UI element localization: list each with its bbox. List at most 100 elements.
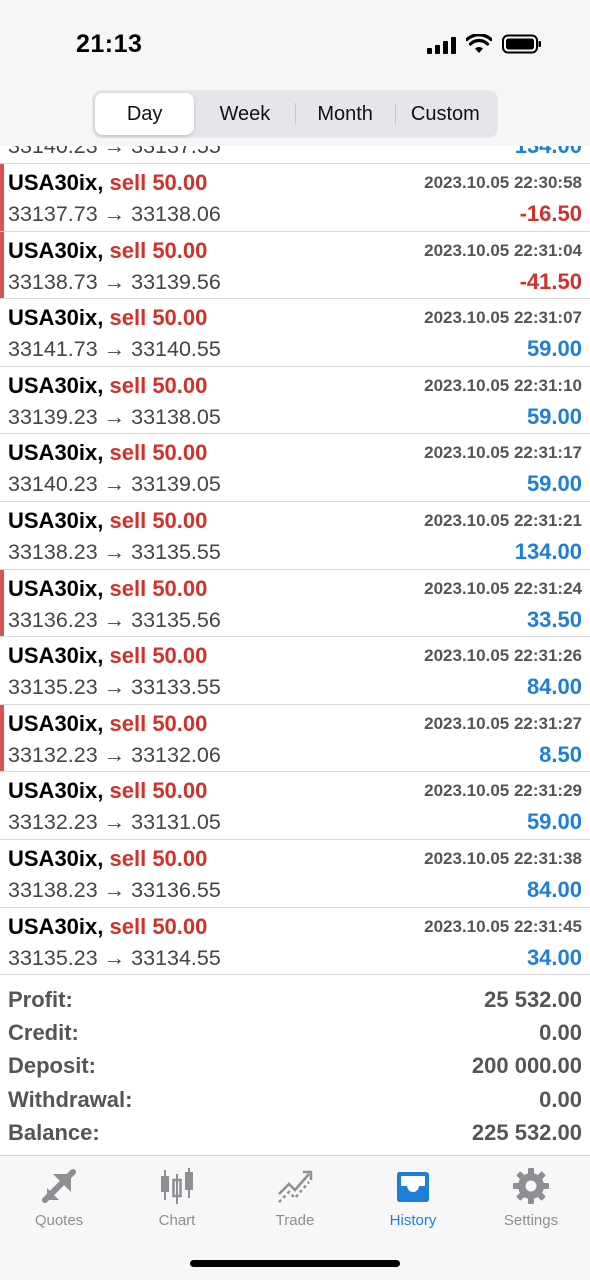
trade-datetime: 2023.10.05 22:31:27 — [424, 713, 582, 733]
tab-trade-label: Trade — [275, 1212, 315, 1229]
summary-withdrawal: Withdrawal: 0.00 — [0, 1083, 590, 1116]
trade-profit: 134.00 — [514, 538, 582, 564]
trade-datetime: 2023.10.05 22:31:38 — [424, 848, 582, 868]
segment-month[interactable]: Month — [296, 93, 395, 135]
trade-prices: 33138.73 → 33139.56 — [8, 269, 221, 294]
summary-deposit-label: Deposit: — [8, 1053, 96, 1079]
trade-prices: 33138.23 → 33135.55 — [8, 539, 221, 564]
trade-prices: 33139.23 → 33138.05 — [8, 404, 221, 429]
tab-chart-label: Chart — [158, 1212, 196, 1229]
tab-chart[interactable]: Chart — [118, 1164, 236, 1229]
trade-side-volume: sell 50.00 — [109, 643, 208, 669]
trade-row[interactable]: USA30ix, sell 50.00 2023.10.05 22:31:27 … — [0, 704, 590, 773]
trade-datetime: 2023.10.05 22:31:45 — [424, 916, 582, 936]
trade-profit: 59.00 — [526, 809, 582, 835]
chart-candles-icon — [118, 1164, 236, 1208]
trade-side-volume: sell 50.00 — [109, 440, 208, 466]
trade-row[interactable]: USA30ix, sell 50.00 2023.10.05 22:31:04 … — [0, 231, 590, 300]
trade-profit: 33.50 — [526, 606, 582, 632]
tab-trade[interactable]: Trade — [236, 1164, 354, 1229]
trade-profit: 59.00 — [526, 336, 582, 362]
trade-profit: -16.50 — [519, 201, 582, 226]
trade-datetime: 2023.10.05 22:31:04 — [424, 240, 582, 260]
trade-profit: 8.50 — [539, 741, 582, 767]
trade-prices: 33136.23 → 33135.56 — [8, 607, 221, 632]
tab-quotes-label: Quotes — [34, 1212, 84, 1229]
trade-symbol: USA30ix, — [8, 237, 104, 263]
trade-prices: 33138.23 → 33136.55 — [8, 877, 221, 902]
summary-profit-label: Profit: — [8, 986, 73, 1012]
quotes-icon — [0, 1164, 118, 1208]
trade-prices: 33132.23 → 33132.06 — [8, 742, 221, 767]
trade-prices: 33141.73 → 33140.55 — [8, 337, 221, 362]
summary-deposit: Deposit: 200 000.00 — [0, 1050, 590, 1083]
summary-credit-label: Credit: — [8, 1019, 79, 1045]
trade-profit: 84.00 — [526, 674, 582, 700]
trade-row[interactable]: USA30ix, sell 50.00 2023.10.05 22:31:24 … — [0, 569, 590, 638]
trade-symbol: USA30ix, — [8, 440, 104, 466]
summary-profit-value: 25 532.00 — [484, 986, 582, 1012]
trade-profit: -41.50 — [519, 268, 582, 294]
segment-day[interactable]: Day — [95, 93, 195, 135]
summary-withdrawal-value: 0.00 — [539, 1086, 582, 1112]
summary-credit: Credit: 0.00 — [0, 1016, 590, 1049]
tab-quotes[interactable]: Quotes — [0, 1164, 118, 1229]
account-summary: Profit: 25 532.00 Credit: 0.00 Deposit: … — [0, 983, 590, 1149]
trade-symbol: USA30ix, — [8, 913, 104, 939]
trade-row[interactable]: USA30ix, sell 50.00 2023.10.05 22:31:07 … — [0, 299, 590, 367]
segment-week[interactable]: Week — [195, 93, 294, 135]
period-segmented-control: Day Week Month Custom — [92, 90, 498, 138]
trade-prices: 33135.23 → 33133.55 — [8, 675, 221, 700]
trade-symbol: USA30ix, — [8, 643, 104, 669]
trade-side-volume: sell 50.00 — [109, 710, 208, 736]
battery-icon — [502, 34, 542, 54]
trade-row[interactable]: USA30ix, sell 50.00 2023.10.05 22:31:21 … — [0, 502, 590, 570]
wifi-icon — [466, 34, 492, 54]
segment-custom[interactable]: Custom — [396, 93, 495, 135]
trade-row[interactable]: USA30ix, sell 50.00 2023.10.05 22:30:58 … — [0, 164, 590, 232]
tab-history[interactable]: History — [354, 1164, 472, 1229]
trade-side-volume: sell 50.00 — [109, 170, 208, 195]
trade-datetime: 2023.10.05 22:31:17 — [424, 443, 582, 463]
trade-row[interactable]: USA30ix, sell 50.00 2023.10.05 22:31:38 … — [0, 840, 590, 908]
tab-history-label: History — [389, 1212, 437, 1229]
trade-datetime: 2023.10.05 22:31:21 — [424, 510, 582, 530]
trade-symbol: USA30ix, — [8, 710, 104, 736]
trade-profit: 84.00 — [526, 876, 582, 902]
trade-icon — [236, 1164, 354, 1208]
summary-credit-value: 0.00 — [539, 1019, 582, 1045]
settings-gear-icon — [472, 1164, 590, 1208]
summary-balance: Balance: 225 532.00 — [0, 1116, 590, 1149]
trade-profit: 59.00 — [526, 471, 582, 497]
trade-datetime: 2023.10.05 22:30:58 — [424, 173, 582, 192]
trade-datetime: 2023.10.05 22:31:24 — [424, 578, 582, 598]
trade-symbol: USA30ix, — [8, 507, 104, 533]
summary-balance-value: 225 532.00 — [471, 1119, 582, 1145]
trade-profit: 34.00 — [526, 944, 582, 970]
trade-prices: 33140.23 → 33139.05 — [8, 472, 221, 497]
trade-prices: 33137.73 → 33138.06 — [8, 202, 221, 226]
tab-settings-label: Settings — [503, 1212, 559, 1229]
trade-symbol: USA30ix, — [8, 170, 104, 195]
trade-row[interactable]: USA30ix, sell 50.00 2023.10.05 22:31:45 … — [0, 908, 590, 976]
trade-side-volume: sell 50.00 — [109, 372, 208, 398]
status-time: 21:13 — [76, 30, 143, 58]
summary-withdrawal-label: Withdrawal: — [8, 1086, 133, 1112]
trade-side-volume: sell 50.00 — [109, 237, 208, 263]
trade-prices: 33135.23 → 33134.55 — [8, 945, 221, 970]
trade-symbol: USA30ix, — [8, 575, 104, 601]
trade-row[interactable]: USA30ix, sell 50.00 2023.10.05 22:31:26 … — [0, 637, 590, 705]
trade-row[interactable]: USA30ix, sell 50.00 2023.10.05 22:31:10 … — [0, 367, 590, 435]
trade-row[interactable]: USA30ix, sell 50.00 2023.10.05 22:31:29 … — [0, 772, 590, 840]
trade-symbol: USA30ix, — [8, 845, 104, 871]
trade-symbol: USA30ix, — [8, 372, 104, 398]
trade-side-volume: sell 50.00 — [109, 507, 208, 533]
signal-icon — [427, 36, 456, 54]
home-indicator[interactable] — [190, 1260, 400, 1267]
tab-settings[interactable]: Settings — [472, 1164, 590, 1229]
summary-profit: Profit: 25 532.00 — [0, 983, 590, 1016]
history-inbox-icon — [354, 1164, 472, 1208]
trade-datetime: 2023.10.05 22:31:10 — [424, 375, 582, 395]
trade-side-volume: sell 50.00 — [109, 913, 208, 939]
trade-row[interactable]: USA30ix, sell 50.00 2023.10.05 22:31:17 … — [0, 434, 590, 502]
